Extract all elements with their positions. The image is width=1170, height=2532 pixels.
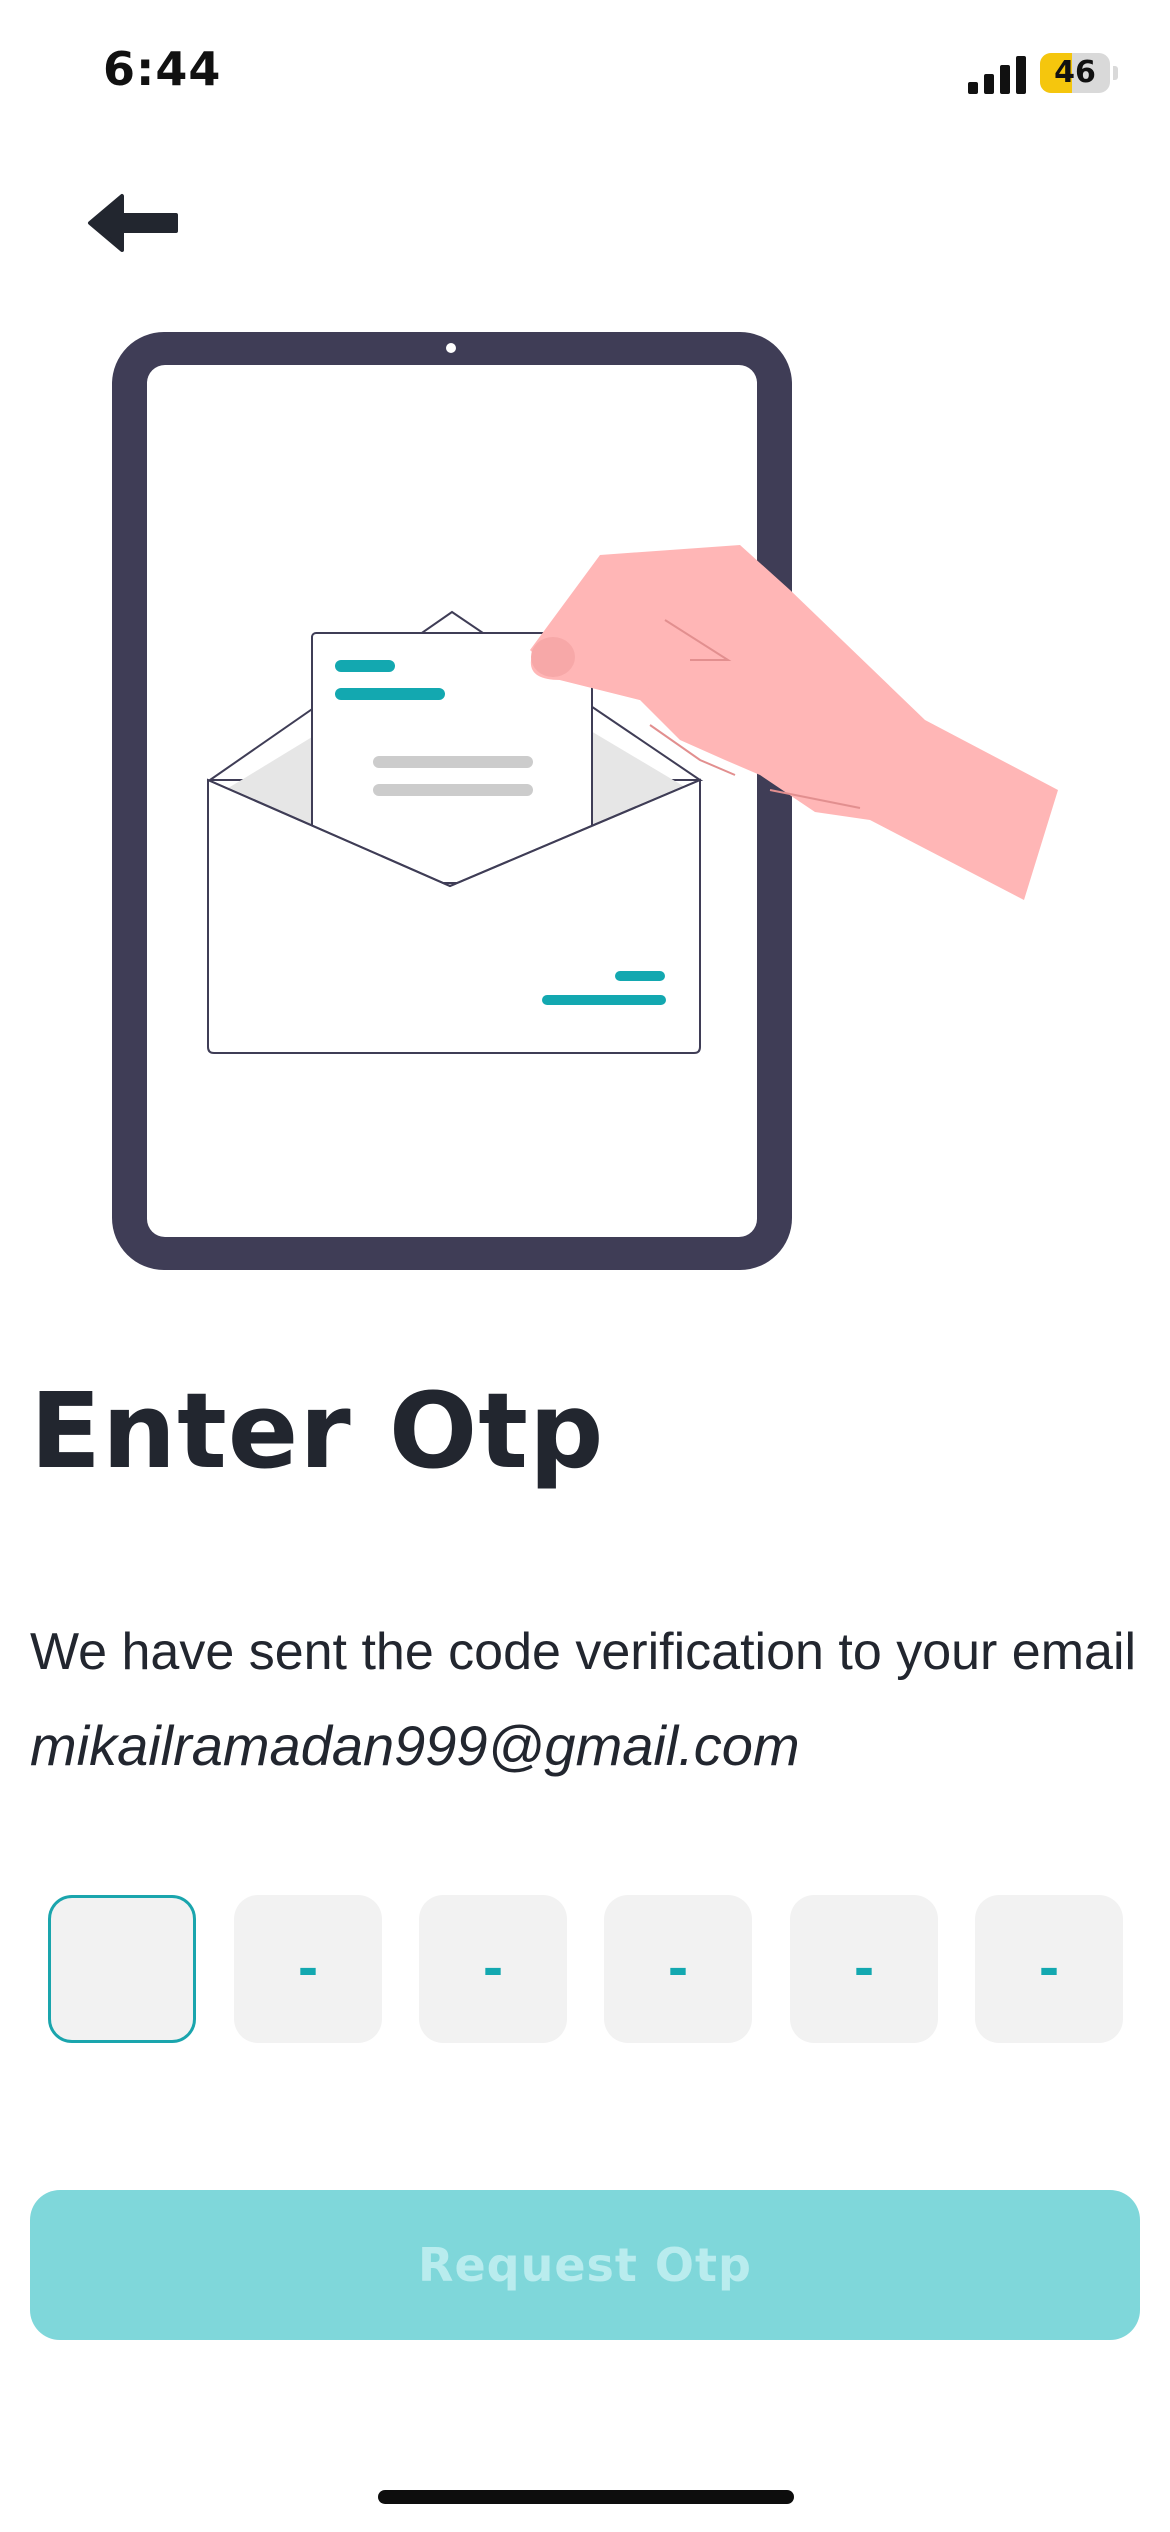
otp-digit-2[interactable]: -: [234, 1895, 382, 2043]
signal-icon: [968, 56, 1026, 94]
battery-level: 46: [1054, 55, 1096, 90]
back-button[interactable]: [80, 188, 190, 258]
otp-digit-3[interactable]: -: [419, 1895, 567, 2043]
description-text: We have sent the code verification to yo…: [30, 1623, 1137, 1681]
otp-digit-5[interactable]: -: [790, 1895, 938, 2043]
status-time: 6:44: [103, 42, 222, 96]
otp-digit-1[interactable]: [48, 1895, 196, 2043]
otp-description: We have sent the code verification to yo…: [30, 1605, 1150, 1795]
battery-icon: 46: [1040, 53, 1118, 93]
tablet-envelope-hand-illustration: [112, 332, 1058, 1270]
arrow-left-icon: [88, 194, 178, 252]
email-address: mikailramadan999@gmail.com: [30, 1714, 800, 1777]
page-title: Enter Otp: [30, 1370, 605, 1492]
home-indicator[interactable]: [378, 2490, 794, 2504]
request-otp-button[interactable]: Request Otp: [30, 2190, 1140, 2340]
otp-digit-4[interactable]: -: [604, 1895, 752, 2043]
status-bar: 6:44 46: [0, 0, 1170, 150]
otp-input-group: - - - - -: [48, 1895, 1128, 2045]
otp-illustration: [0, 320, 1170, 1280]
otp-digit-6[interactable]: -: [975, 1895, 1123, 2043]
